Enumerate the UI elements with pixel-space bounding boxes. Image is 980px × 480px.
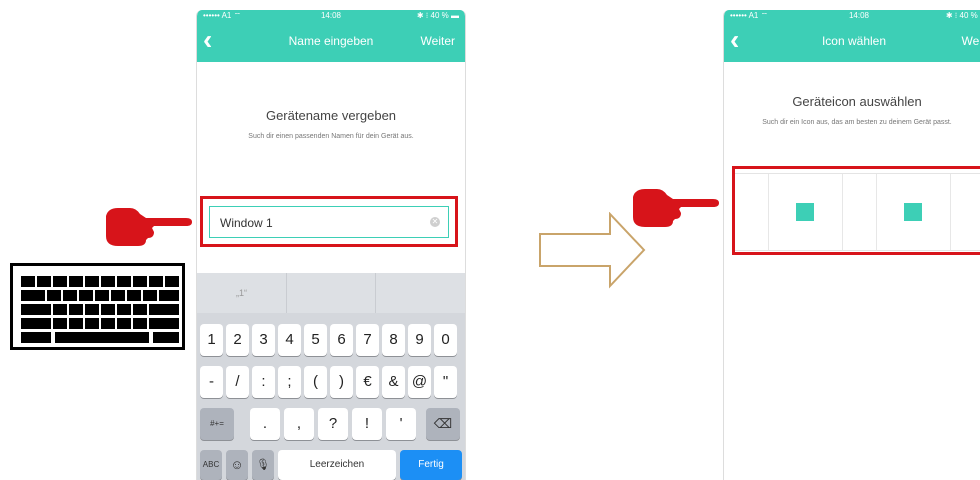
pointing-hand-icon [633, 189, 719, 227]
key-apostrophe[interactable]: ' [386, 408, 416, 440]
key-exclamation[interactable]: ! [352, 408, 382, 440]
pointing-hand-icon [106, 208, 192, 246]
key-close-paren[interactable]: ) [330, 366, 353, 398]
key-ampersand[interactable]: & [382, 366, 405, 398]
key-5[interactable]: 5 [304, 324, 327, 356]
keyboard-icon [10, 263, 185, 350]
key-comma[interactable]: , [284, 408, 314, 440]
key-3[interactable]: 3 [252, 324, 275, 356]
page-heading: Geräteicon auswählen [792, 94, 922, 109]
emoji-icon[interactable]: ☺ [226, 450, 248, 480]
key-quote[interactable]: " [434, 366, 457, 398]
key-semicolon[interactable]: ; [278, 366, 301, 398]
key-open-paren[interactable]: ( [304, 366, 327, 398]
clock: 14:08 [848, 11, 870, 20]
suggestion-bar: „1“ [197, 273, 465, 313]
status-bar: •••••• A1 ⌔ 14:08 ✱ ⁝ 40 % ▬ [724, 10, 980, 22]
nav-bar: ‹ Name eingeben Weiter [197, 22, 465, 62]
page-subtext: Such dir ein Icon aus, das am besten zu … [762, 119, 952, 126]
key-1[interactable]: 1 [200, 324, 223, 356]
key-8[interactable]: 8 [382, 324, 405, 356]
phone-screen-icon-selection: •••••• A1 ⌔ 14:08 ✱ ⁝ 40 % ▬ ‹ Icon wähl… [723, 10, 980, 480]
next-button[interactable]: Weiter [962, 34, 980, 48]
suggestion-item[interactable] [375, 273, 465, 313]
backspace-icon[interactable]: ⌫ [426, 408, 460, 440]
key-euro[interactable]: € [356, 366, 379, 398]
key-space[interactable]: Leerzeichen [278, 450, 396, 480]
key-colon[interactable]: : [252, 366, 275, 398]
page-heading: Gerätename vergeben [265, 108, 397, 123]
suggestion-item[interactable]: „1“ [197, 273, 287, 313]
key-slash[interactable]: / [226, 366, 249, 398]
battery-indicator: ✱ ⁝ 40 % ▬ [416, 11, 459, 20]
nav-title: Icon wählen [821, 34, 887, 48]
key-period[interactable]: . [250, 408, 280, 440]
key-2[interactable]: 2 [226, 324, 249, 356]
key-6[interactable]: 6 [330, 324, 353, 356]
nav-bar: ‹ Icon wählen Weiter [724, 22, 980, 62]
status-bar: •••••• A1 ⌔ 14:08 ✱ ⁝ 40 % ▬ [197, 10, 465, 22]
done-button[interactable]: Fertig [400, 450, 462, 480]
microphone-icon[interactable]: 🎙 [252, 450, 274, 480]
suggestion-item[interactable] [286, 273, 376, 313]
battery-indicator: ✱ ⁝ 40 % ▬ [945, 11, 980, 20]
key-abc[interactable]: ABC [200, 450, 222, 480]
highlight-icon-row [732, 166, 980, 255]
highlight-name-input [200, 196, 458, 247]
numeric-keyboard: „1“ 1 2 3 4 5 6 7 8 9 0 - / : ; ( ) € & … [197, 273, 465, 480]
key-4[interactable]: 4 [278, 324, 301, 356]
key-question[interactable]: ? [318, 408, 348, 440]
key-9[interactable]: 9 [408, 324, 431, 356]
next-button[interactable]: Weiter [421, 34, 455, 48]
phone-screen-name-entry: •••••• A1 ⌔ 14:08 ✱ ⁝ 40 % ▬ ‹ Name eing… [196, 10, 466, 480]
key-0[interactable]: 0 [434, 324, 457, 356]
key-at[interactable]: @ [408, 366, 431, 398]
page-subtext: Such dir einen passenden Namen für dein … [248, 133, 414, 140]
key-7[interactable]: 7 [356, 324, 379, 356]
key-symbols[interactable]: #+= [200, 408, 234, 440]
key-hyphen[interactable]: - [200, 366, 223, 398]
